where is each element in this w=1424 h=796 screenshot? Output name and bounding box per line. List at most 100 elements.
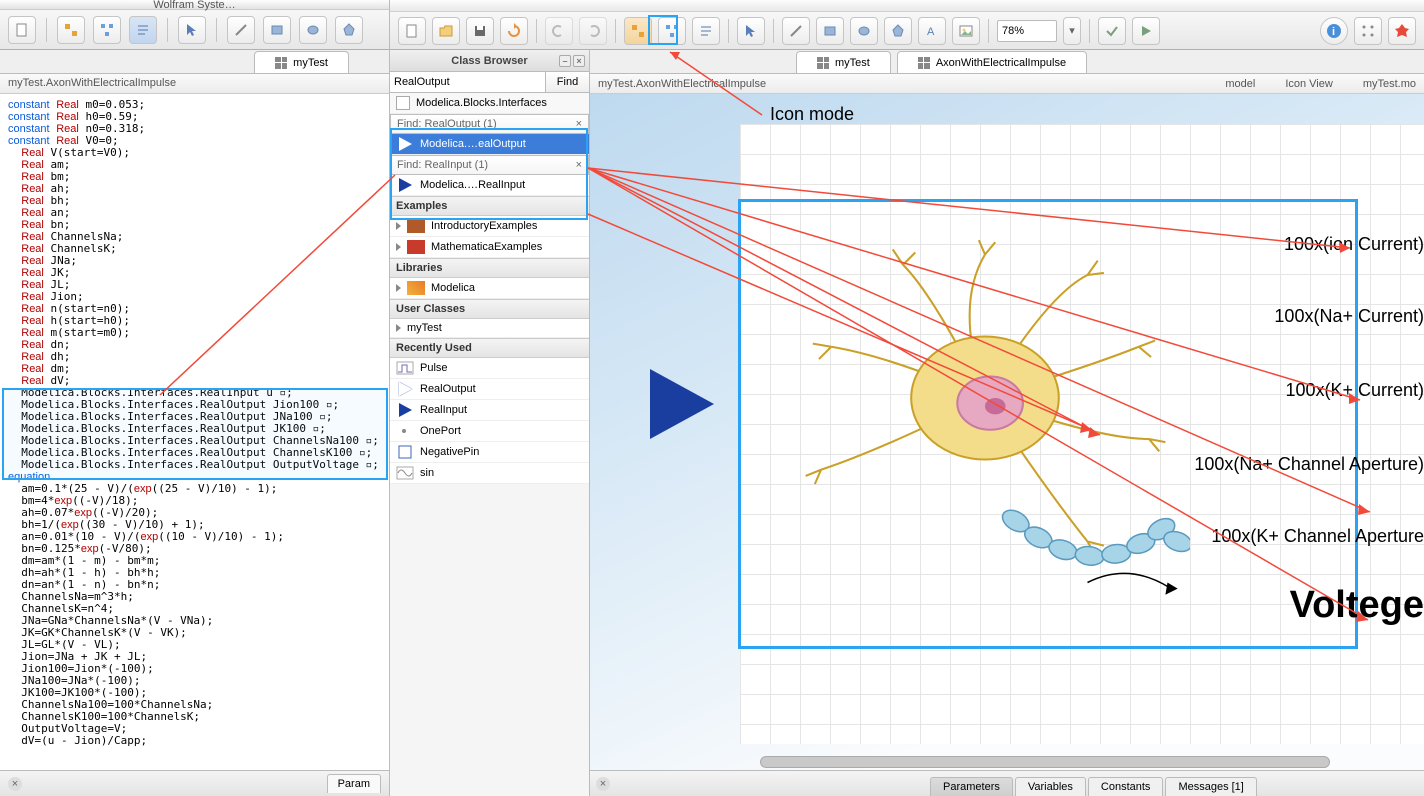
tab-messages[interactable]: Messages [1] bbox=[1165, 777, 1256, 796]
modelica-lib-row[interactable]: Modelica bbox=[390, 278, 589, 299]
find-input-header[interactable]: Find: RealInput (1)× bbox=[390, 155, 589, 175]
negativepin-icon bbox=[396, 445, 414, 459]
realoutput-row[interactable]: Modelica.…ealOutput bbox=[390, 134, 589, 155]
recently-used-group[interactable]: Recently Used bbox=[390, 338, 589, 358]
icon-mode-button[interactable] bbox=[57, 16, 85, 44]
find-output-header[interactable]: Find: RealOutput (1)× bbox=[390, 114, 589, 134]
output-label-voltage: Voltege bbox=[1290, 584, 1424, 627]
row-label: RealOutput bbox=[420, 383, 476, 395]
recent-realoutput-row[interactable]: RealOutput bbox=[390, 379, 589, 400]
close-panel-button[interactable]: × bbox=[573, 55, 585, 67]
line-tool-button[interactable] bbox=[227, 16, 255, 44]
breadcrumb-label: Modelica.Blocks.Interfaces bbox=[416, 97, 547, 109]
open-file-button[interactable] bbox=[432, 17, 460, 45]
meta-view: Icon View bbox=[1285, 78, 1333, 90]
recent-oneport-row[interactable]: OnePort bbox=[390, 421, 589, 442]
horizontal-scrollbar[interactable] bbox=[760, 756, 1330, 768]
polygon-tool-button[interactable] bbox=[335, 16, 363, 44]
close-status-button[interactable]: × bbox=[8, 777, 22, 791]
icon-canvas[interactable]: Icon mode bbox=[590, 94, 1424, 796]
tab-parameters[interactable]: Parameters bbox=[930, 777, 1013, 796]
introductory-examples-row[interactable]: IntroductoryExamples bbox=[390, 216, 589, 237]
grid-icon bbox=[817, 57, 829, 69]
new-file-button[interactable] bbox=[398, 17, 426, 45]
mathematica-examples-row[interactable]: MathematicaExamples bbox=[390, 237, 589, 258]
ellipse-tool-button[interactable] bbox=[299, 16, 327, 44]
info-button[interactable]: i bbox=[1320, 17, 1348, 45]
oneport-icon bbox=[396, 424, 414, 438]
mytest-class-row[interactable]: myTest bbox=[390, 319, 589, 338]
examples-group[interactable]: Examples bbox=[390, 196, 589, 216]
parameters-tab[interactable]: Param bbox=[327, 774, 381, 793]
undo-button[interactable] bbox=[545, 17, 573, 45]
icon-mode-button[interactable] bbox=[624, 17, 652, 45]
meta-model: model bbox=[1225, 78, 1255, 90]
mathematica-button[interactable] bbox=[1388, 17, 1416, 45]
code-editor[interactable]: constant Real m0=0.053; constant Real h0… bbox=[0, 95, 389, 766]
output-label-k-ch: 100x(K+ Channel Aperture bbox=[1211, 526, 1424, 547]
recent-pulse-row[interactable]: Pulse bbox=[390, 358, 589, 379]
save-button[interactable] bbox=[466, 17, 494, 45]
toolbar-separator bbox=[728, 19, 729, 43]
diagram-mode-button[interactable] bbox=[658, 17, 686, 45]
example-icon bbox=[407, 219, 425, 233]
row-label: MathematicaExamples bbox=[431, 241, 542, 253]
class-browser-search: Find bbox=[390, 72, 589, 93]
tab-mytest[interactable]: myTest bbox=[796, 51, 891, 73]
canvas-area: myTest AxonWithElectricalImpulse myTest.… bbox=[590, 50, 1424, 796]
row-label: myTest bbox=[407, 322, 442, 334]
image-tool-button[interactable] bbox=[952, 17, 980, 45]
zoom-dropdown-button[interactable]: ▾ bbox=[1063, 17, 1081, 45]
realinput-port[interactable] bbox=[650, 369, 714, 439]
diagram-mode-button[interactable] bbox=[93, 16, 121, 44]
row-label: Pulse bbox=[420, 362, 448, 374]
row-label: Modelica.…RealInput bbox=[420, 179, 525, 191]
user-classes-group[interactable]: User Classes bbox=[390, 299, 589, 319]
line-tool-button[interactable] bbox=[782, 17, 810, 45]
pulse-icon bbox=[396, 361, 414, 375]
realinput-row[interactable]: Modelica.…RealInput bbox=[390, 175, 589, 196]
recent-sin-row[interactable]: sin bbox=[390, 463, 589, 484]
text-tool-button[interactable]: A bbox=[918, 17, 946, 45]
tab-mytest[interactable]: myTest bbox=[254, 51, 349, 73]
close-bottom-panel-button[interactable]: × bbox=[596, 777, 610, 791]
rect-tool-button[interactable] bbox=[816, 17, 844, 45]
zoom-input[interactable] bbox=[997, 20, 1057, 42]
output-label-na: 100x(Na+ Current) bbox=[1274, 306, 1424, 327]
recent-realinput-row[interactable]: RealInput bbox=[390, 400, 589, 421]
find-button[interactable]: Find bbox=[545, 72, 589, 92]
left-breadcrumb: myTest.AxonWithElectricalImpulse bbox=[0, 74, 389, 94]
toolbar-separator bbox=[46, 18, 47, 42]
output-label-ion: 100x(ion Current) bbox=[1284, 234, 1424, 255]
chevron-icon bbox=[396, 222, 401, 230]
neuron-illustration bbox=[780, 234, 1190, 644]
right-app-window: A ▾ i Class Browser –× Find Modelica.Blo… bbox=[390, 0, 1424, 796]
text-mode-button[interactable] bbox=[692, 17, 720, 45]
bottom-tab-strip: × Parameters Variables Constants Message… bbox=[590, 770, 1424, 796]
chevron-icon bbox=[396, 324, 401, 332]
settings-button[interactable] bbox=[1354, 17, 1382, 45]
text-mode-button[interactable] bbox=[129, 16, 157, 44]
redo-button[interactable] bbox=[579, 17, 607, 45]
search-input[interactable] bbox=[390, 72, 545, 92]
libraries-group[interactable]: Libraries bbox=[390, 258, 589, 278]
recent-negativepin-row[interactable]: NegativePin bbox=[390, 442, 589, 463]
pointer-tool-button[interactable] bbox=[178, 16, 206, 44]
tab-constants[interactable]: Constants bbox=[1088, 777, 1164, 796]
rect-tool-button[interactable] bbox=[263, 16, 291, 44]
breadcrumb-row[interactable]: Modelica.Blocks.Interfaces bbox=[390, 93, 589, 114]
row-label: RealInput bbox=[420, 404, 467, 416]
toolbar-separator bbox=[536, 19, 537, 43]
run-button[interactable] bbox=[1132, 17, 1160, 45]
tab-axon[interactable]: AxonWithElectricalImpulse bbox=[897, 51, 1087, 73]
ellipse-tool-button[interactable] bbox=[850, 17, 878, 45]
class-browser-title: Class Browser –× bbox=[390, 50, 589, 72]
pointer-tool-button[interactable] bbox=[737, 17, 765, 45]
tab-variables[interactable]: Variables bbox=[1015, 777, 1086, 796]
polygon-tool-button[interactable] bbox=[884, 17, 912, 45]
refresh-button[interactable] bbox=[500, 17, 528, 45]
minimize-panel-button[interactable]: – bbox=[559, 55, 571, 67]
toolbar-separator bbox=[167, 18, 168, 42]
new-file-button[interactable] bbox=[8, 16, 36, 44]
check-button[interactable] bbox=[1098, 17, 1126, 45]
